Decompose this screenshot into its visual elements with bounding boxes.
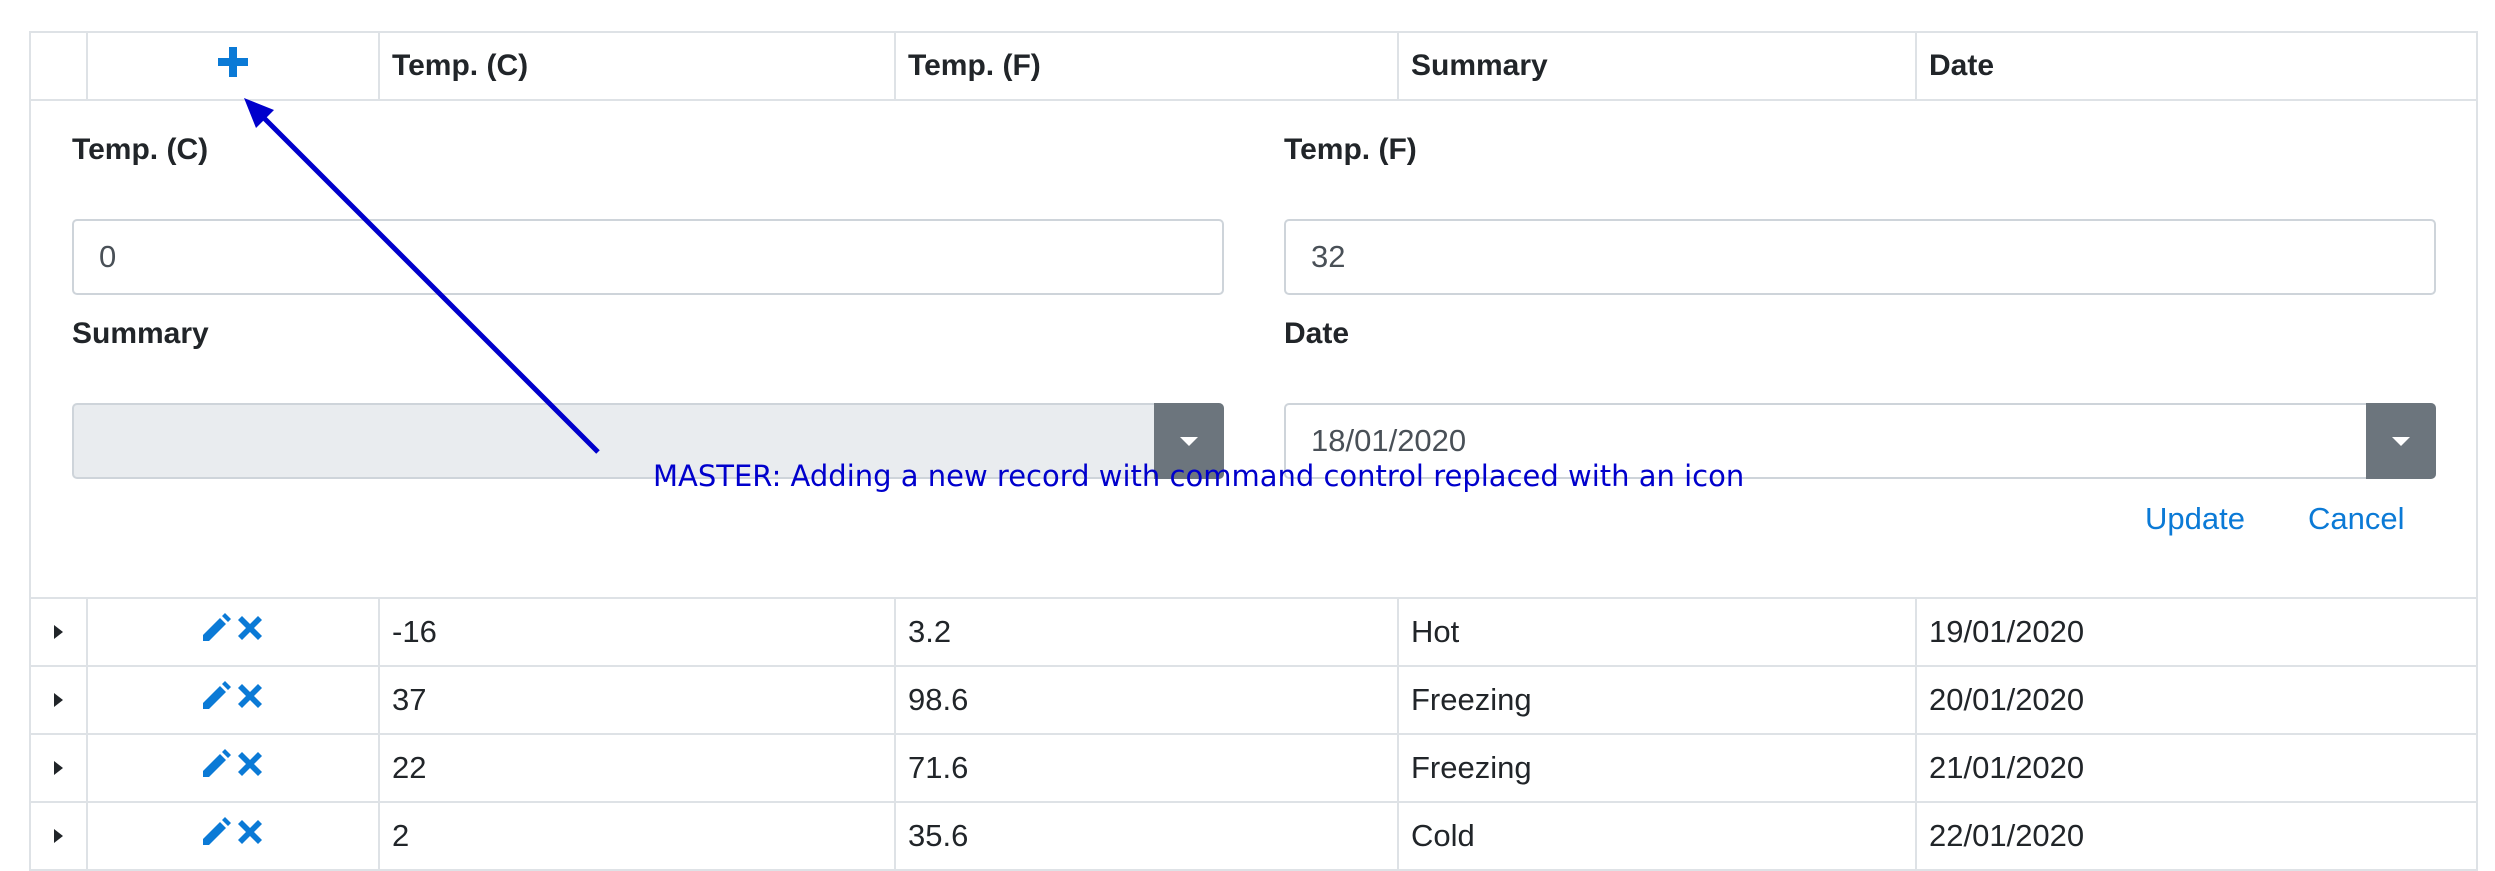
annotation-caption: MASTER: Adding a new record with command… [653, 459, 1745, 493]
x-icon[interactable] [233, 815, 267, 857]
row-command-cell [88, 599, 380, 665]
chevron-down-icon [2392, 436, 2410, 446]
cell-summary: Freezing [1399, 667, 1917, 733]
plus-icon[interactable] [217, 46, 249, 86]
table-row[interactable]: 37 98.6 Freezing 20/01/2020 [31, 667, 2476, 735]
temp-c-input[interactable]: 0 [72, 219, 1224, 295]
x-icon[interactable] [233, 611, 267, 653]
pencil-icon[interactable] [199, 679, 233, 721]
cell-summary: Hot [1399, 599, 1917, 665]
table-row[interactable]: -16 3.2 Hot 19/01/2020 [31, 599, 2476, 667]
pencil-icon[interactable] [199, 747, 233, 789]
cell-temp-f: 98.6 [896, 667, 1399, 733]
row-expand-toggle[interactable] [31, 599, 88, 665]
cell-temp-c: 2 [380, 803, 896, 869]
temp-c-label: Temp. (C) [72, 133, 209, 166]
caret-right-icon [54, 625, 63, 639]
header-expand-cell [31, 33, 88, 99]
header-temp-c[interactable]: Temp. (C) [380, 33, 896, 99]
header-temp-f[interactable]: Temp. (F) [896, 33, 1399, 99]
update-button[interactable]: Update [2145, 501, 2245, 537]
cell-temp-c: -16 [380, 599, 896, 665]
cell-temp-c: 22 [380, 735, 896, 801]
date-picker-value: 18/01/2020 [1311, 423, 1467, 458]
caret-right-icon [54, 829, 63, 843]
row-command-cell [88, 803, 380, 869]
cell-temp-f: 3.2 [896, 599, 1399, 665]
row-command-cell [88, 735, 380, 801]
cell-summary: Freezing [1399, 735, 1917, 801]
header-summary[interactable]: Summary [1399, 33, 1917, 99]
row-expand-toggle[interactable] [31, 803, 88, 869]
table-row[interactable]: 22 71.6 Freezing 21/01/2020 [31, 735, 2476, 803]
add-record-form: Temp. (C) 0 Temp. (F) 32 Summary Date 18… [31, 101, 2476, 599]
cell-date: 20/01/2020 [1929, 682, 2085, 717]
cell-date: 19/01/2020 [1929, 614, 2085, 649]
cell-temp-f: 35.6 [896, 803, 1399, 869]
cancel-button[interactable]: Cancel [2308, 501, 2405, 537]
summary-label: Summary [72, 317, 209, 350]
temp-f-label: Temp. (F) [1284, 133, 1417, 166]
pencil-icon[interactable] [199, 611, 233, 653]
grid-header-row: Temp. (C) Temp. (F) Summary Date [31, 33, 2476, 101]
cell-summary: Cold [1399, 803, 1917, 869]
data-grid: Temp. (C) Temp. (F) Summary Date Temp. (… [29, 31, 2478, 871]
cell-date: 21/01/2020 [1929, 750, 2085, 785]
temp-f-input[interactable]: 32 [1284, 219, 2436, 295]
caret-right-icon [54, 761, 63, 775]
date-picker-button[interactable] [2366, 403, 2436, 479]
pencil-icon[interactable] [199, 815, 233, 857]
x-icon[interactable] [233, 679, 267, 721]
header-command-cell [88, 33, 380, 99]
row-expand-toggle[interactable] [31, 735, 88, 801]
table-row[interactable]: 2 35.6 Cold 22/01/2020 [31, 803, 2476, 871]
cell-date: 22/01/2020 [1929, 818, 2085, 853]
date-label: Date [1284, 317, 1350, 350]
row-expand-toggle[interactable] [31, 667, 88, 733]
caret-right-icon [54, 693, 63, 707]
header-date[interactable]: Date [1917, 33, 2476, 99]
x-icon[interactable] [233, 747, 267, 789]
row-command-cell [88, 667, 380, 733]
chevron-down-icon [1180, 436, 1198, 446]
cell-temp-c: 37 [380, 667, 896, 733]
cell-temp-f: 71.6 [896, 735, 1399, 801]
